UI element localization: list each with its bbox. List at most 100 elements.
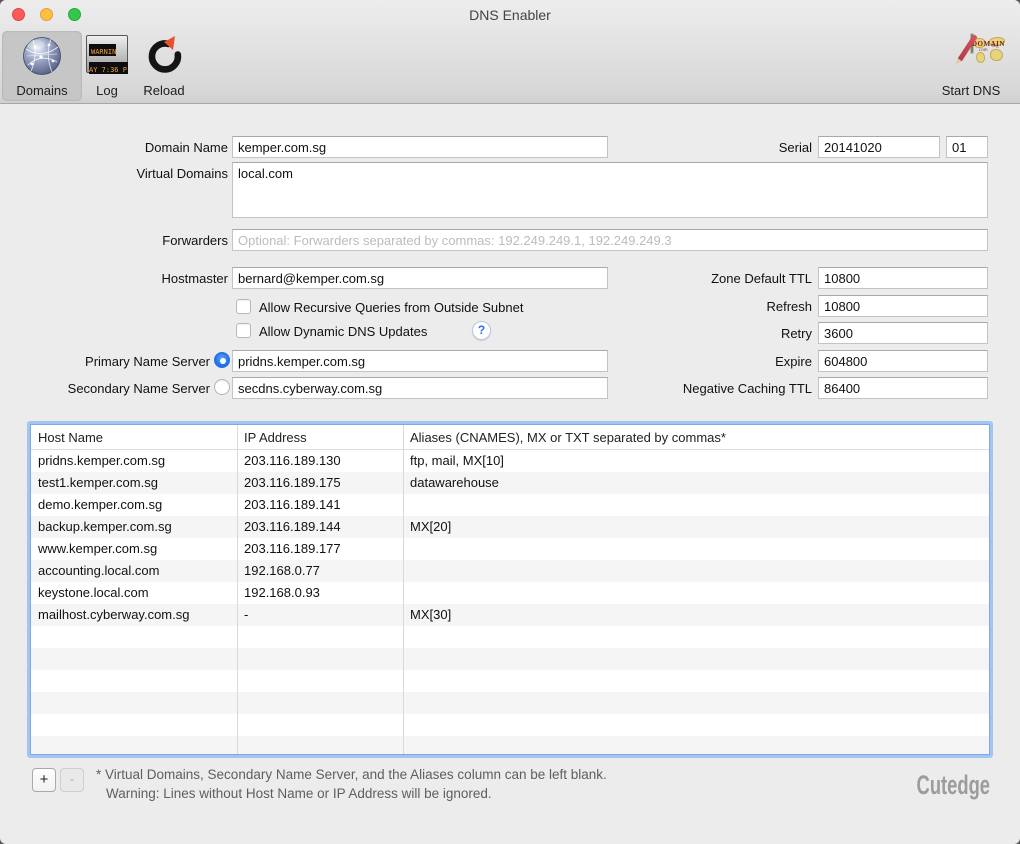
forwarders-label: Forwarders: [0, 233, 228, 248]
remove-row-button[interactable]: -: [60, 768, 84, 792]
table-cell: demo.kemper.com.sg: [31, 494, 237, 516]
serial-input[interactable]: [818, 136, 940, 158]
table-cell: www.kemper.com.sg: [31, 538, 237, 560]
toolbar-label-reload: Reload: [132, 83, 196, 98]
footnote-line2: Warning: Lines without Host Name or IP A…: [106, 784, 607, 803]
table-row[interactable]: keystone.local.com192.168.0.93: [31, 582, 989, 604]
secondary-ns-input[interactable]: [232, 377, 608, 399]
toolbar-label-log: Log: [84, 83, 130, 98]
domain-name-label: Domain Name: [0, 140, 228, 155]
brand-logo: Cutedge: [917, 770, 990, 801]
domain-name-input[interactable]: [232, 136, 608, 158]
table-cell: MX[30]: [403, 604, 989, 626]
column-divider[interactable]: [237, 425, 238, 754]
virtual-domains-label: Virtual Domains: [0, 166, 228, 181]
table-row[interactable]: accounting.local.com192.168.0.77: [31, 560, 989, 582]
table-cell: -: [237, 604, 403, 626]
table-header-row: Host Name IP Address Aliases (CNAMES), M…: [31, 425, 989, 450]
footnote-line1: * Virtual Domains, Secondary Name Server…: [96, 765, 607, 784]
table-cell: ftp, mail, MX[10]: [403, 450, 989, 472]
table-cell: 203.116.189.177: [237, 538, 403, 560]
table-empty-row: [31, 714, 989, 736]
table-empty-row: [31, 692, 989, 714]
table-cell: 192.168.0.77: [237, 560, 403, 582]
primary-ns-input[interactable]: [232, 350, 608, 372]
allow-dynamic-label: Allow Dynamic DNS Updates: [259, 324, 427, 339]
table-cell: [403, 582, 989, 604]
table-cell: test1.kemper.com.sg: [31, 472, 237, 494]
table-cell: accounting.local.com: [31, 560, 237, 582]
toolbar-button-start-dns[interactable]: com org DOMAIN Start DNS: [928, 31, 1014, 101]
table-cell: datawarehouse: [403, 472, 989, 494]
table-cell: backup.kemper.com.sg: [31, 516, 237, 538]
expire-label: Expire: [580, 354, 812, 369]
negative-caching-ttl-input[interactable]: [818, 377, 988, 399]
table-row[interactable]: pridns.kemper.com.sg203.116.189.130ftp, …: [31, 450, 989, 472]
toolbar-label-start-dns: Start DNS: [928, 83, 1014, 98]
allow-dynamic-checkbox[interactable]: [236, 323, 251, 338]
table-cell: MX[20]: [403, 516, 989, 538]
table-cell: keystone.local.com: [31, 582, 237, 604]
column-header-host-name[interactable]: Host Name: [31, 425, 237, 449]
table-cell: 192.168.0.93: [237, 582, 403, 604]
toolbar-button-log[interactable]: WARNINAY 7:36 P Log: [84, 31, 130, 101]
negative-caching-ttl-label: Negative Caching TTL: [580, 381, 812, 396]
column-header-aliases[interactable]: Aliases (CNAMES), MX or TXT separated by…: [403, 425, 989, 449]
refresh-input[interactable]: [818, 295, 988, 317]
pencil-glyph: [971, 34, 973, 53]
hostmaster-label: Hostmaster: [0, 271, 228, 286]
table-cell: 203.116.189.175: [237, 472, 403, 494]
table-row[interactable]: test1.kemper.com.sg203.116.189.175datawa…: [31, 472, 989, 494]
table-empty-row: [31, 670, 989, 692]
secondary-ns-label: Secondary Name Server: [0, 381, 210, 396]
circular-arrow-reload-icon: [144, 35, 184, 80]
allow-recursive-label: Allow Recursive Queries from Outside Sub…: [259, 300, 523, 315]
table-cell: 203.116.189.141: [237, 494, 403, 516]
table-row[interactable]: mailhost.cyberway.com.sg-MX[30]: [31, 604, 989, 626]
table-cell: [403, 538, 989, 560]
serial-suffix-input[interactable]: [946, 136, 988, 158]
zone-default-ttl-input[interactable]: [818, 267, 988, 289]
table-empty-row: [31, 736, 989, 755]
retry-label: Retry: [580, 326, 812, 341]
toolbar-button-reload[interactable]: Reload: [132, 31, 196, 101]
toolbar-label-domains: Domains: [2, 83, 82, 98]
table-cell: [403, 560, 989, 582]
table-cell: 203.116.189.130: [237, 450, 403, 472]
domain-map-pencil-icon: com org DOMAIN: [971, 34, 973, 53]
retry-input[interactable]: [818, 322, 988, 344]
titlebar: DNS Enabler: [0, 0, 1020, 28]
table-empty-row: [31, 626, 989, 648]
help-button[interactable]: ?: [472, 321, 491, 340]
table-cell: pridns.kemper.com.sg: [31, 450, 237, 472]
app-window: DNS Enabler: [0, 0, 1020, 844]
table-row[interactable]: www.kemper.com.sg203.116.189.177: [31, 538, 989, 560]
column-header-ip-address[interactable]: IP Address: [237, 425, 403, 449]
warning-led-display-icon: WARNINAY 7:36 P: [86, 35, 128, 73]
host-records-table[interactable]: Host Name IP Address Aliases (CNAMES), M…: [30, 424, 990, 755]
refresh-label: Refresh: [580, 299, 812, 314]
table-cell: [403, 494, 989, 516]
table-row[interactable]: backup.kemper.com.sg203.116.189.144MX[20…: [31, 516, 989, 538]
column-divider[interactable]: [403, 425, 404, 754]
allow-recursive-checkbox[interactable]: [236, 299, 251, 314]
hostmaster-input[interactable]: [232, 267, 608, 289]
zone-default-ttl-label: Zone Default TTL: [580, 271, 812, 286]
secondary-ns-radio[interactable]: [214, 379, 230, 395]
serial-label: Serial: [660, 140, 812, 155]
window-chrome: DNS Enabler: [0, 0, 1020, 104]
toolbar-button-domains[interactable]: Domains: [2, 31, 82, 101]
globe-network-icon: [21, 35, 63, 82]
footnote: * Virtual Domains, Secondary Name Server…: [96, 765, 607, 803]
primary-ns-label: Primary Name Server: [0, 354, 210, 369]
forwarders-input[interactable]: [232, 229, 988, 251]
virtual-domains-textarea[interactable]: [232, 162, 988, 218]
table-row[interactable]: demo.kemper.com.sg203.116.189.141: [31, 494, 989, 516]
window-title: DNS Enabler: [0, 7, 1020, 23]
add-row-button[interactable]: +: [32, 768, 56, 792]
primary-ns-radio[interactable]: [214, 352, 230, 368]
expire-input[interactable]: [818, 350, 988, 372]
table-body: pridns.kemper.com.sg203.116.189.130ftp, …: [31, 450, 989, 755]
table-cell: mailhost.cyberway.com.sg: [31, 604, 237, 626]
table-empty-row: [31, 648, 989, 670]
